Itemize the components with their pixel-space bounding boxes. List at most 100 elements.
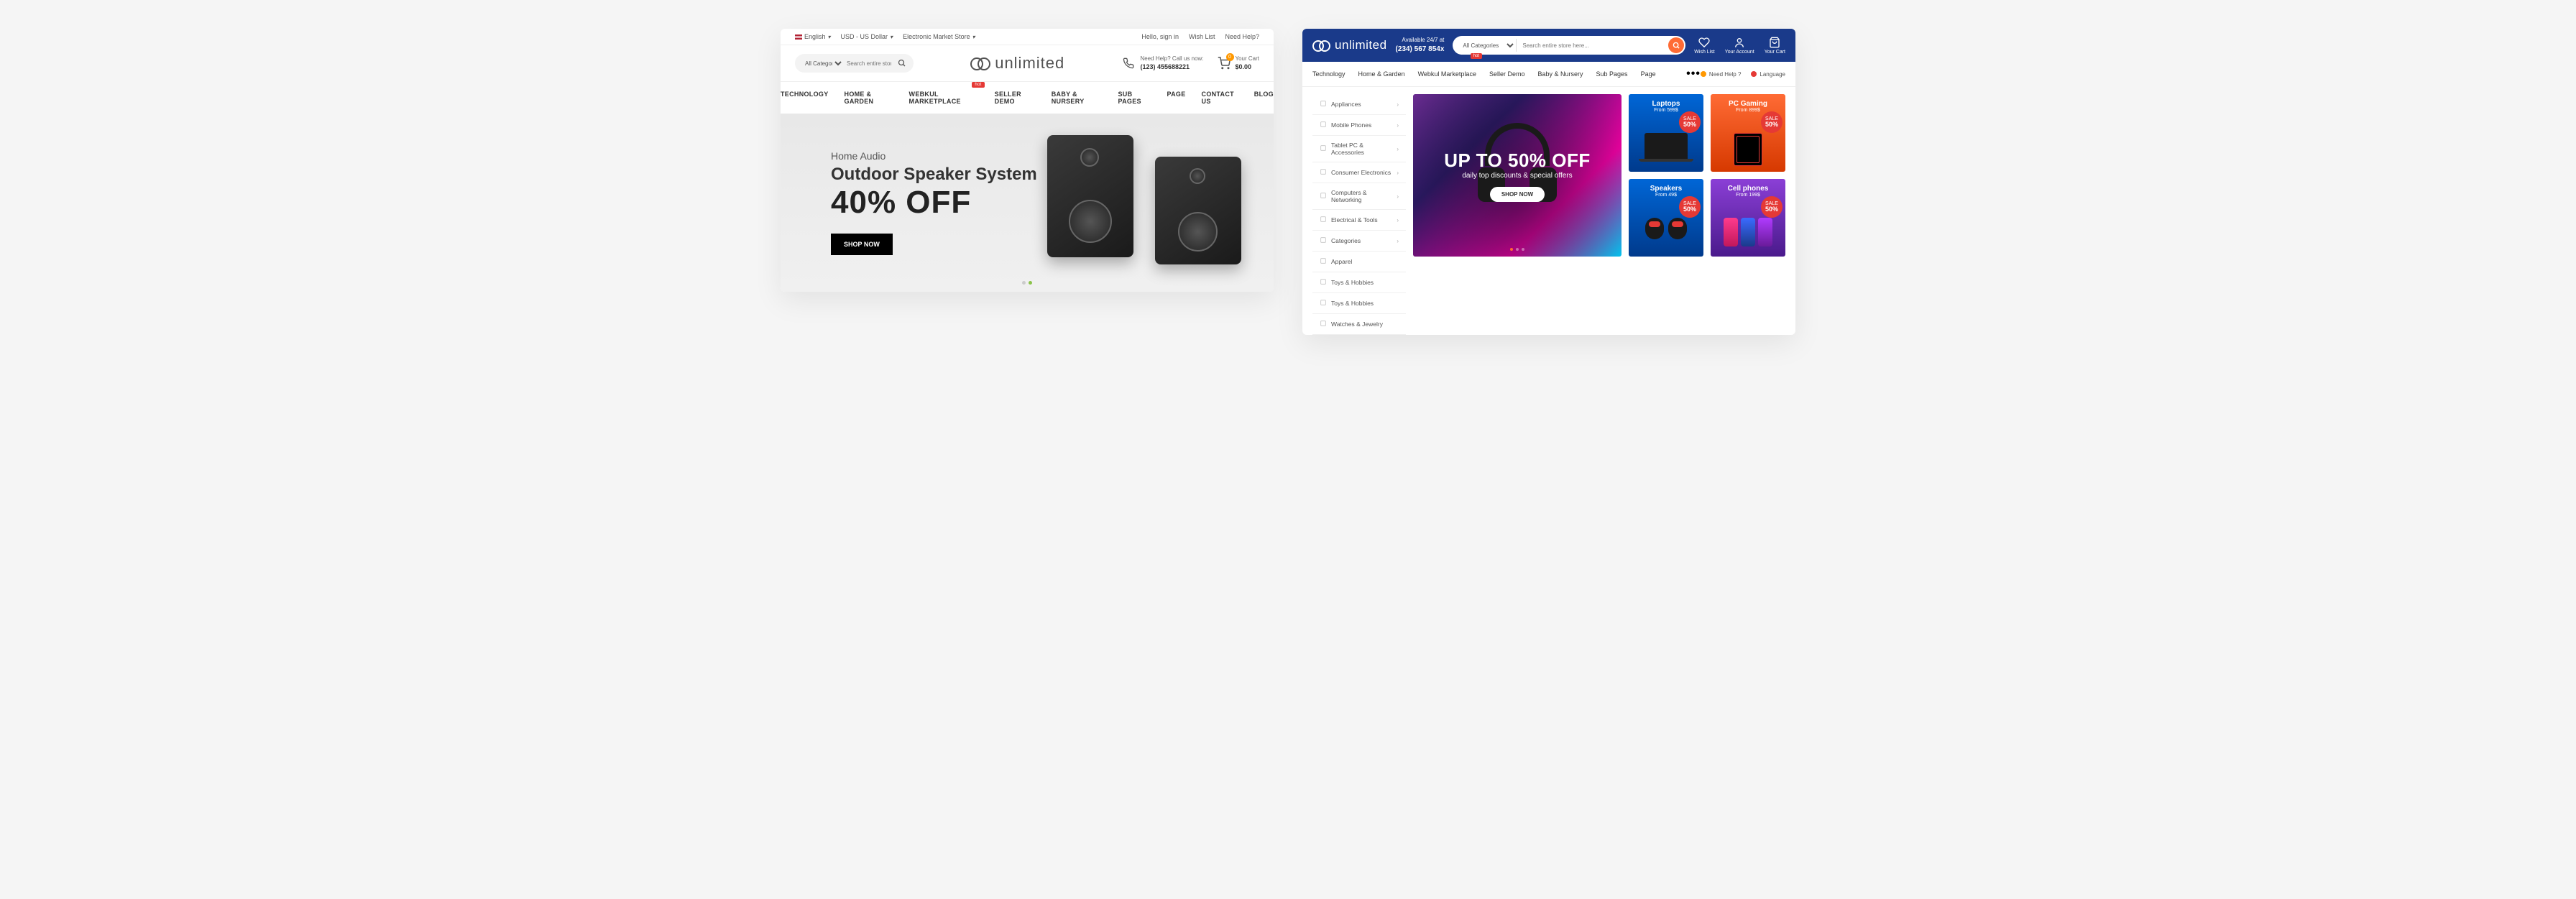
category-item[interactable]: Appliances› [1312,94,1406,115]
category-icon [1320,121,1327,129]
category-item[interactable]: Toys & Hobbies [1312,272,1406,293]
nav-item[interactable]: Baby & Nursery [1537,62,1583,86]
nav-item[interactable]: Home & Garden [1358,62,1405,86]
promo-phones[interactable]: Cell phones From 199$ SALE50% [1711,179,1785,257]
bag-icon [1769,37,1780,48]
category-item[interactable]: Categories› [1312,231,1406,252]
nav-item[interactable]: PAGE [1167,91,1185,105]
promo-title: Cell phones [1728,185,1769,193]
category-label: Apparel [1331,258,1352,265]
user-glyph-icon [1701,71,1706,77]
sale-badge: SALE50% [1761,196,1782,218]
category-item[interactable]: Watches & Jewelry [1312,314,1406,335]
search-input[interactable] [1517,42,1668,49]
account-link[interactable]: Your Account [1725,37,1754,55]
nav-item[interactable]: Webkul Marketplacehot [1418,62,1476,86]
store-switcher[interactable]: Electronic Market Store▾ [903,33,975,40]
category-item[interactable]: Apparel [1312,252,1406,272]
carousel-dots[interactable] [1510,248,1524,251]
nav-item[interactable]: SUB PAGES [1118,91,1151,105]
cart-icon: 0 [1217,56,1231,70]
nav-item[interactable]: Sub Pages [1596,62,1628,86]
carousel-dot[interactable] [1022,281,1026,285]
category-item[interactable]: Mobile Phones› [1312,115,1406,136]
hero-banner: Home Audio Outdoor Speaker System 40% OF… [781,114,1274,292]
promo-image [1637,133,1695,169]
nav-item[interactable]: Seller Demo [1489,62,1525,86]
carousel-dot[interactable] [1522,248,1524,251]
nav-item[interactable]: SELLER DEMO [995,91,1036,105]
shop-now-button[interactable]: SHOP NOW [831,234,893,255]
promo-speakers[interactable]: Speakers From 49$ SALE50% [1629,179,1703,257]
carousel-dot-active[interactable] [1029,281,1032,285]
currency-switcher[interactable]: USD - US Dollar▾ [841,33,893,40]
wishlist-link[interactable]: Wish List [1694,37,1714,55]
more-menu-icon[interactable]: ••• [1686,68,1701,80]
logo[interactable]: unlimited [1312,38,1387,52]
header: unlimited Available 24/7 at (234) 567 85… [1302,29,1795,62]
category-item[interactable]: Toys & Hobbies [1312,293,1406,314]
search-button[interactable] [1668,37,1684,53]
cart-link[interactable]: Your Cart [1765,37,1785,55]
chevron-right-icon: › [1397,170,1399,176]
help-link[interactable]: Need Help ? [1701,71,1741,78]
category-item[interactable]: Electrical & Tools› [1312,210,1406,231]
nav-item[interactable]: BLOG [1254,91,1274,105]
carousel-dot[interactable] [1516,248,1519,251]
category-select[interactable]: All Categories [1454,39,1517,52]
carousel-dots[interactable] [1022,281,1032,285]
nav-item[interactable]: TECHNOLOGY [781,91,829,105]
category-label: Computers & Networking [1331,189,1397,203]
promo-image [1637,218,1695,254]
help-link[interactable]: Need Help? [1225,33,1259,40]
category-item[interactable]: Tablet PC & Accessories› [1312,136,1406,162]
category-item[interactable]: Consumer Electronics› [1312,162,1406,183]
promo-laptops[interactable]: Laptops From 599$ SALE50% [1629,94,1703,172]
logo[interactable]: unlimited [970,54,1064,73]
category-icon [1320,216,1327,224]
nav-item[interactable]: Page [1641,62,1656,86]
category-label: Appliances [1331,101,1361,108]
search-bar: All Categories [1453,36,1685,55]
hero-image [1044,128,1245,279]
hot-badge: hot [1471,53,1482,59]
language-switcher[interactable]: English▾ [795,33,831,40]
language-switcher[interactable]: Language [1751,71,1785,78]
category-select[interactable]: All Categories [802,60,844,68]
search-bar: All Categories [795,54,914,73]
sale-badge: SALE50% [1761,111,1782,133]
nav-item[interactable]: BABY & NURSERY [1052,91,1103,105]
promo-subtitle: From 899$ [1736,108,1760,113]
shop-now-button[interactable]: SHOP NOW [1490,187,1545,202]
globe-glyph-icon [1751,71,1757,77]
cart-block[interactable]: 0 Your Cart$0.00 [1217,55,1260,72]
hero-eyebrow: Home Audio [831,150,1037,162]
theme-preview-light: English▾ USD - US Dollar▾ Electronic Mar… [781,29,1274,292]
nav-item[interactable]: WEBKUL MARKETPLACEhot [909,91,979,105]
signin-link[interactable]: Hello, sign in [1141,33,1179,40]
promo-subtitle: From 199$ [1736,193,1760,198]
nav-item[interactable]: HOME & GARDEN [845,91,893,105]
category-label: Toys & Hobbies [1331,300,1374,307]
promo-title: PC Gaming [1729,100,1767,108]
chevron-down-icon: ▾ [972,34,975,40]
topbar: English▾ USD - US Dollar▾ Electronic Mar… [781,29,1274,45]
promo-gaming[interactable]: PC Gaming From 899$ SALE50% [1711,94,1785,172]
category-icon [1320,299,1327,308]
promo-title: Laptops [1652,100,1680,108]
nav-item[interactable]: Technology [1312,62,1346,86]
chevron-right-icon: › [1397,238,1399,244]
promo-image [1719,133,1777,169]
search-input[interactable] [844,60,894,67]
carousel-dot-active[interactable] [1510,248,1513,251]
sale-badge: SALE50% [1679,196,1701,218]
category-item[interactable]: Computers & Networking› [1312,183,1406,210]
search-icon [1673,42,1680,50]
heart-icon [1698,37,1710,48]
category-label: Mobile Phones [1331,121,1371,129]
nav-item[interactable]: CONTACT US [1202,91,1238,105]
promo-title: Speakers [1650,185,1682,193]
search-button[interactable] [894,55,910,71]
wishlist-link[interactable]: Wish List [1189,33,1215,40]
theme-preview-dark: unlimited Available 24/7 at (234) 567 85… [1302,29,1795,335]
